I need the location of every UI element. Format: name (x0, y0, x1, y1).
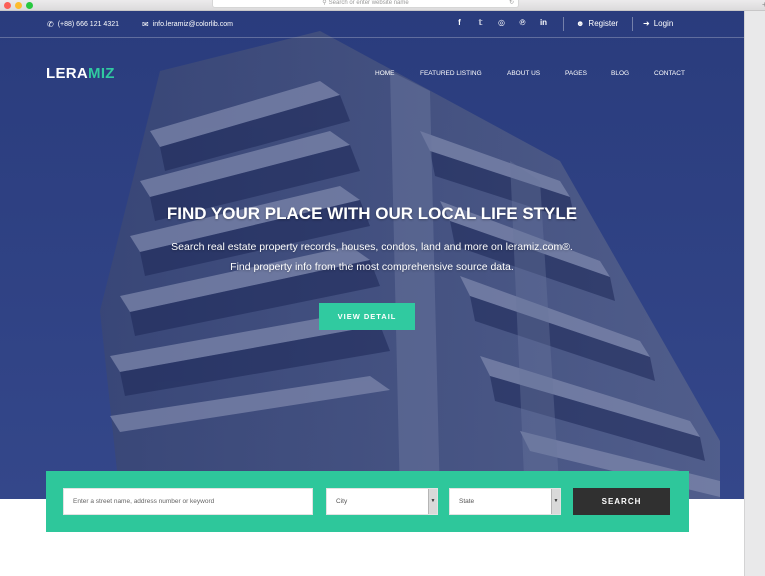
chevron-down-icon[interactable]: ▼ (551, 489, 560, 514)
social-links: f 𝕥 ◎ ℗ in (455, 18, 548, 27)
street-search-input[interactable]: Enter a street name, address number or k… (63, 488, 313, 515)
nav-item-contact[interactable]: CONTACT (654, 70, 685, 77)
nav-item-about-us[interactable]: ABOUT US (507, 70, 540, 77)
state-select-value: State (459, 498, 475, 505)
register-link[interactable]: ☻ Register (576, 19, 618, 28)
logo-part-2: MIZ (88, 65, 115, 82)
search-icon: ⚲ (322, 0, 327, 6)
view-detail-button[interactable]: VIEW DETAIL (319, 303, 415, 330)
minimize-window-button[interactable] (15, 2, 22, 9)
hero-subtitle-line-1: Search real estate property records, hou… (171, 241, 573, 253)
divider (563, 17, 564, 31)
hero-section: ✆ (+88) 666 121 4321 ✉ info.leramiz@colo… (0, 11, 744, 499)
nav-item-blog[interactable]: BLOG (611, 70, 629, 77)
nav-item-home[interactable]: HOME (375, 70, 395, 77)
phone-icon: ✆ (47, 20, 54, 29)
site-logo[interactable]: LERAMIZ (46, 65, 115, 82)
email-contact[interactable]: ✉ info.leramiz@colorlib.com (142, 20, 233, 29)
chevron-down-icon[interactable]: ▼ (428, 489, 437, 514)
top-info-bar: ✆ (+88) 666 121 4321 ✉ info.leramiz@colo… (0, 11, 744, 38)
register-label: Register (588, 19, 619, 28)
instagram-icon[interactable]: ◎ (497, 18, 506, 27)
twitter-icon[interactable]: 𝕥 (476, 18, 485, 27)
nav-item-featured-listing[interactable]: FEATURED LISTING (420, 70, 482, 77)
logo-part-1: LERA (46, 65, 89, 82)
address-placeholder: Search or enter website name (328, 0, 409, 6)
city-select-value: City (336, 498, 348, 505)
state-select[interactable]: State ▼ (449, 488, 561, 515)
login-label: Login (653, 19, 674, 28)
divider (632, 17, 633, 31)
city-select[interactable]: City ▼ (326, 488, 438, 515)
browser-toolbar: ⚲ Search or enter website name ↻ + (0, 0, 765, 11)
reload-icon[interactable]: ↻ (509, 0, 514, 7)
user-icon: ☻ (576, 19, 585, 28)
login-link[interactable]: ➜ Login (643, 19, 673, 28)
address-bar[interactable]: ⚲ Search or enter website name ↻ (212, 0, 519, 8)
hero-building-image (0, 11, 744, 499)
pinterest-icon[interactable]: ℗ (518, 18, 527, 27)
email-address: info.leramiz@colorlib.com (152, 21, 233, 28)
search-button[interactable]: SEARCH (573, 488, 670, 515)
phone-contact[interactable]: ✆ (+88) 666 121 4321 (47, 20, 119, 29)
close-window-button[interactable] (4, 2, 11, 9)
maximize-window-button[interactable] (26, 2, 33, 9)
hero-subtitle-line-2: Find property info from the most compreh… (230, 261, 514, 273)
envelope-icon: ✉ (142, 20, 149, 29)
sign-in-icon: ➜ (643, 19, 650, 28)
nav-item-pages[interactable]: PAGES (565, 70, 587, 77)
hero-title: FIND YOUR PLACE WITH OUR LOCAL LIFE STYL… (166, 204, 578, 223)
linkedin-icon[interactable]: in (539, 18, 548, 27)
facebook-icon[interactable]: f (455, 18, 464, 27)
phone-number: (+88) 666 121 4321 (57, 21, 120, 28)
browser-side-gutter (744, 11, 765, 576)
property-search-panel: Enter a street name, address number or k… (46, 471, 689, 532)
